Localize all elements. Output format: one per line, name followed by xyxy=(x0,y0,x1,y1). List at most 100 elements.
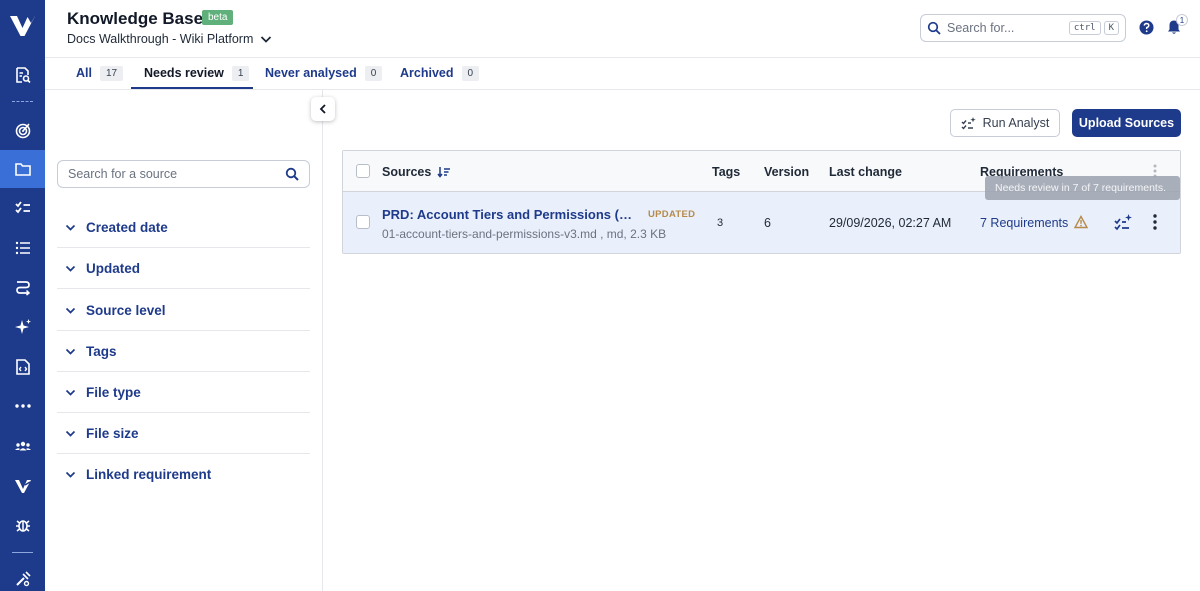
column-sources[interactable]: Sources xyxy=(382,165,451,179)
rail-item-sparkle[interactable] xyxy=(0,308,45,346)
filter-updated[interactable]: Updated xyxy=(57,248,310,289)
team-icon xyxy=(14,441,31,451)
tab-never-analysed[interactable]: Never analysed 0 xyxy=(265,66,383,90)
sources-table: Sources Tags Version Last change Require… xyxy=(342,150,1181,254)
rail-item-folder[interactable] xyxy=(0,150,45,188)
tab-all[interactable]: All 17 xyxy=(76,66,124,90)
rail-item-settings-tools[interactable] xyxy=(0,560,45,591)
tab-count: 0 xyxy=(461,66,480,81)
rail-item-target[interactable] xyxy=(0,111,45,149)
page-title: Knowledge Base xyxy=(67,9,204,28)
filter-label: File size xyxy=(86,425,139,441)
chevron-down-icon xyxy=(65,471,76,478)
tab-count: 17 xyxy=(99,66,124,81)
needs-review-tooltip: Needs review in 7 of 7 requirements. xyxy=(985,176,1180,200)
search-icon xyxy=(927,21,941,35)
column-last-change: Last change xyxy=(829,165,902,179)
left-rail xyxy=(0,0,45,591)
analyst-sparkle-icon xyxy=(961,116,976,130)
column-version: Version xyxy=(764,165,810,179)
source-meta: 01-account-tiers-and-permissions-v3.md ,… xyxy=(382,227,667,241)
settings-tools-icon xyxy=(15,571,31,587)
row-checkbox[interactable] xyxy=(356,215,370,229)
filter-label: Linked requirement xyxy=(86,467,212,482)
notification-count: 1 xyxy=(1176,14,1188,26)
filter-file-size[interactable]: File size xyxy=(57,413,310,454)
more-horizontal-icon xyxy=(14,404,31,408)
document-search-icon xyxy=(15,67,31,84)
global-search-input[interactable]: Search for... ctrl K xyxy=(920,14,1126,42)
rail-item-code-file[interactable] xyxy=(0,348,45,386)
beta-badge: beta xyxy=(202,10,234,25)
rail-divider xyxy=(12,552,33,553)
chevron-down-icon xyxy=(65,389,76,396)
upload-sources-button[interactable]: Upload Sources xyxy=(1072,109,1181,137)
filter-linked-requirement[interactable]: Linked requirement xyxy=(57,454,310,495)
chevron-down-icon xyxy=(65,430,76,437)
collapse-panel-button[interactable] xyxy=(311,97,335,121)
tab-count: 1 xyxy=(231,66,250,81)
rail-item-more[interactable] xyxy=(0,387,45,425)
chevron-left-icon xyxy=(319,104,326,114)
chevron-down-icon xyxy=(65,348,76,355)
column-label: Sources xyxy=(382,165,432,179)
sparkle-icon xyxy=(14,319,31,334)
source-title-link[interactable]: PRD: Account Tiers and Permissions (V... xyxy=(382,207,637,222)
tabs-divider xyxy=(45,89,1200,90)
checklist-icon xyxy=(14,201,30,214)
tab-label: Needs review xyxy=(144,66,224,80)
column-tags: Tags xyxy=(712,165,741,179)
sort-descending-icon xyxy=(437,167,451,178)
chevron-down-icon xyxy=(65,265,76,272)
brand-icon xyxy=(14,480,31,493)
flow-icon xyxy=(15,281,30,296)
rail-item-list[interactable] xyxy=(0,229,45,267)
version-value: 6 xyxy=(764,216,771,230)
shortcut-key-k: K xyxy=(1103,21,1119,35)
filter-label: Updated xyxy=(86,260,140,276)
rail-item-bug[interactable] xyxy=(0,506,45,544)
source-search-input[interactable]: Search for a source xyxy=(57,160,310,188)
requirements-link[interactable]: 7 Requirements xyxy=(980,216,1068,230)
target-icon xyxy=(15,123,30,139)
warning-icon[interactable] xyxy=(1074,215,1088,229)
rail-item-document-search[interactable] xyxy=(0,56,45,94)
chevron-down-icon xyxy=(65,224,76,231)
filter-source-level[interactable]: Source level xyxy=(57,290,310,331)
tab-label: Never analysed xyxy=(265,66,357,80)
filter-file-type[interactable]: File type xyxy=(57,372,310,413)
rail-divider xyxy=(12,101,33,102)
folder-icon xyxy=(14,163,31,176)
table-row[interactable]: PRD: Account Tiers and Permissions (V...… xyxy=(343,192,1180,253)
shortcut-key-ctrl: ctrl xyxy=(1068,21,1101,35)
filter-tags[interactable]: Tags xyxy=(57,331,310,372)
help-icon[interactable] xyxy=(1139,20,1154,35)
filter-label: Created date xyxy=(86,219,168,235)
tab-count: 0 xyxy=(364,66,383,81)
bug-icon xyxy=(15,520,30,532)
code-file-icon xyxy=(15,359,30,375)
filter-label: Source level xyxy=(86,302,166,318)
panel-divider xyxy=(322,90,323,591)
run-analyst-label: Run Analyst xyxy=(982,116,1050,130)
project-selector[interactable]: Docs Walkthrough - Wiki Platform xyxy=(67,32,273,46)
select-all-checkbox[interactable] xyxy=(356,164,370,178)
rail-item-team[interactable] xyxy=(0,427,45,465)
analyse-icon[interactable] xyxy=(1114,213,1132,231)
run-analyst-button[interactable]: Run Analyst xyxy=(950,109,1060,137)
rail-item-checklist[interactable] xyxy=(0,189,45,227)
status-badge: UPDATED xyxy=(648,209,696,220)
filter-created-date[interactable]: Created date xyxy=(57,207,310,248)
tab-label: All xyxy=(76,66,92,80)
source-search-placeholder: Search for a source xyxy=(68,167,178,181)
tab-label: Archived xyxy=(400,66,454,80)
logo-icon[interactable] xyxy=(9,12,36,39)
rail-item-brand[interactable] xyxy=(0,467,45,505)
project-name: Docs Walkthrough - Wiki Platform xyxy=(67,32,254,46)
search-icon xyxy=(285,167,299,181)
more-vertical-icon[interactable] xyxy=(1148,213,1162,231)
tab-archived[interactable]: Archived 0 xyxy=(400,66,480,90)
global-search-placeholder: Search for... xyxy=(947,21,1015,35)
tags-count[interactable]: 3 xyxy=(717,217,723,229)
rail-item-flow[interactable] xyxy=(0,268,45,306)
